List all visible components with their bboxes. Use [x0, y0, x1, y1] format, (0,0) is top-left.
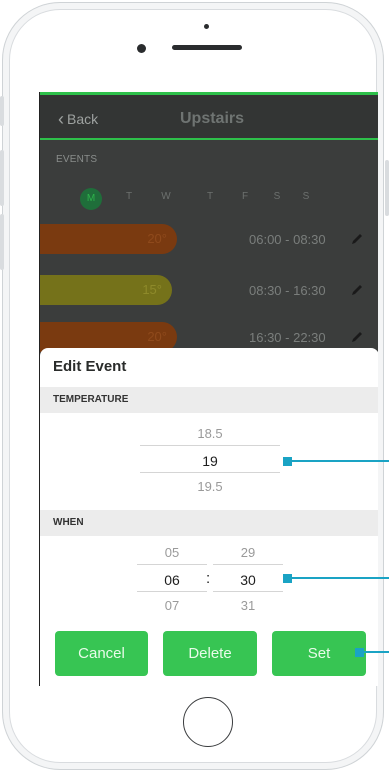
set-button[interactable]: Set	[272, 631, 366, 676]
temperature-callout-line	[290, 460, 389, 462]
proximity-sensor	[204, 24, 209, 29]
when-section-header: WHEN	[40, 510, 378, 536]
picker-option[interactable]: 18.5	[140, 426, 280, 441]
picker-option[interactable]: 05	[137, 545, 207, 560]
day-friday[interactable]: F	[234, 191, 256, 202]
day-monday[interactable]: M	[80, 188, 102, 210]
pencil-icon[interactable]	[350, 232, 364, 246]
back-button[interactable]: ‹ Back	[58, 109, 99, 129]
event-row[interactable]: 15° 08:30 - 16:30	[40, 275, 378, 305]
temperature-section-header: TEMPERATURE	[40, 387, 378, 413]
event-time-range: 08:30 - 16:30	[249, 283, 326, 298]
sheet-title: Edit Event	[53, 358, 127, 375]
picker-divider	[213, 564, 283, 565]
picker-divider	[140, 472, 280, 473]
app-screen: ‹ Back Upstairs EVENTS M T W T F S S 20°…	[39, 92, 378, 686]
pencil-icon[interactable]	[350, 330, 364, 344]
picker-option[interactable]: 29	[213, 545, 283, 560]
picker-selected-value[interactable]: 30	[213, 572, 283, 588]
event-time-range: 16:30 - 22:30	[249, 330, 326, 345]
picker-selected-value[interactable]: 06	[137, 572, 207, 588]
event-temperature-bar: 20°	[40, 224, 177, 254]
picker-selected-value[interactable]: 19	[140, 453, 280, 469]
picker-option[interactable]: 31	[213, 598, 283, 613]
power-button	[385, 160, 389, 216]
event-temperature-bar: 15°	[40, 275, 172, 305]
volume-down-button	[0, 214, 4, 270]
delete-button[interactable]: Delete	[163, 631, 257, 676]
edit-event-sheet: Edit Event TEMPERATURE 18.5 19 19.5 WHEN…	[40, 348, 378, 686]
picker-option[interactable]: 07	[137, 598, 207, 613]
picker-divider	[140, 445, 280, 446]
volume-up-button	[0, 150, 4, 206]
day-wednesday[interactable]: W	[155, 191, 177, 202]
cancel-button[interactable]: Cancel	[55, 631, 148, 676]
day-tuesday[interactable]: T	[118, 191, 140, 202]
day-sunday[interactable]: S	[295, 191, 317, 202]
page-title: Upstairs	[180, 110, 245, 127]
back-label: Back	[67, 111, 99, 127]
front-camera	[137, 44, 146, 53]
day-thursday[interactable]: T	[199, 191, 221, 202]
earpiece-speaker	[172, 45, 242, 50]
event-row[interactable]: 20° 06:00 - 08:30	[40, 224, 378, 254]
home-button[interactable]	[183, 697, 233, 747]
picker-divider	[137, 564, 207, 565]
pencil-icon[interactable]	[350, 283, 364, 297]
events-section-label: EVENTS	[56, 154, 98, 165]
chevron-left-icon: ‹	[58, 109, 64, 129]
picker-divider	[213, 591, 283, 592]
day-saturday[interactable]: S	[266, 191, 288, 202]
time-separator: :	[206, 570, 211, 587]
time-callout-line	[290, 577, 389, 579]
nav-bar: ‹ Back Upstairs	[40, 92, 378, 140]
mute-switch	[0, 96, 4, 126]
picker-divider	[137, 591, 207, 592]
weekday-selector: M T W T F S S	[80, 188, 340, 212]
picker-option[interactable]: 19.5	[140, 479, 280, 494]
set-callout-line	[362, 651, 389, 653]
event-time-range: 06:00 - 08:30	[249, 232, 326, 247]
